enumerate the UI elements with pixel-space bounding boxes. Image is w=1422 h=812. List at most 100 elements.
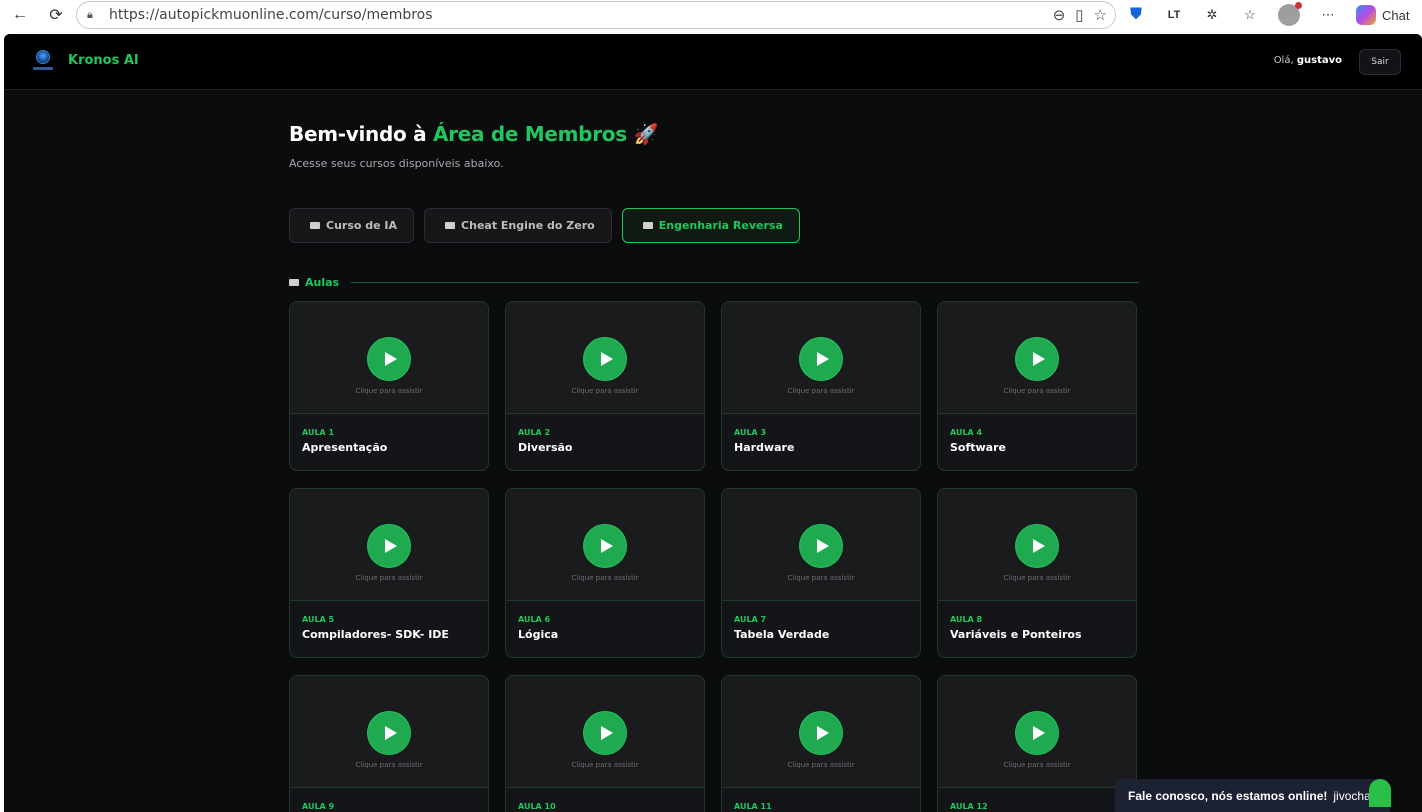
shield-extension-icon[interactable]: ⛊ bbox=[1126, 5, 1146, 25]
lesson-thumbnail[interactable]: Clique para assistir bbox=[290, 489, 488, 601]
reader-icon[interactable]: ▯ bbox=[1075, 6, 1083, 24]
lesson-title: Apresentação bbox=[302, 441, 388, 454]
lock-icon: 🔒︎ bbox=[87, 9, 93, 21]
tab-curso-de-ia[interactable]: Curso de IA bbox=[289, 208, 415, 243]
logo-icon[interactable] bbox=[32, 50, 54, 74]
lesson-card[interactable]: Clique para assistir AULA 11 bbox=[721, 675, 921, 812]
brand-name[interactable]: Kronos AI bbox=[68, 53, 139, 68]
lesson-card[interactable]: Clique para assistir AULA 12 bbox=[937, 675, 1137, 812]
lesson-number: AULA 2 bbox=[518, 428, 551, 437]
livechat-icon[interactable] bbox=[1369, 779, 1391, 807]
play-icon[interactable] bbox=[800, 338, 842, 380]
lesson-number: AULA 12 bbox=[950, 802, 988, 811]
lesson-number: AULA 9 bbox=[302, 802, 335, 811]
favorite-star-icon[interactable]: ☆ bbox=[1094, 6, 1107, 24]
lesson-thumbnail[interactable]: Clique para assistir bbox=[722, 676, 920, 788]
lesson-card[interactable]: Clique para assistir AULA 2 Diversão bbox=[505, 301, 705, 471]
watch-hint: Clique para assistir bbox=[1003, 387, 1071, 395]
course-icon bbox=[310, 222, 320, 229]
logout-button[interactable]: Sair bbox=[1359, 49, 1401, 75]
lesson-number: AULA 4 bbox=[950, 428, 983, 437]
back-icon[interactable]: ← bbox=[8, 4, 32, 26]
lt-extension-icon[interactable]: LT bbox=[1164, 5, 1184, 25]
lesson-card[interactable]: Clique para assistir AULA 3 Hardware bbox=[721, 301, 921, 471]
lesson-thumbnail[interactable]: Clique para assistir bbox=[722, 489, 920, 601]
zoom-icon[interactable]: ⊖ bbox=[1053, 6, 1066, 24]
title-accent: Área de Membros bbox=[432, 122, 627, 146]
reload-icon[interactable]: ⟳ bbox=[44, 4, 68, 26]
copilot-chat-button[interactable]: Chat bbox=[1356, 5, 1409, 25]
lesson-thumbnail[interactable]: Clique para assistir bbox=[722, 302, 920, 414]
title-prefix: Bem-vindo à bbox=[289, 122, 433, 146]
lesson-card[interactable]: Clique para assistir AULA 5 Compiladores- … bbox=[289, 488, 489, 658]
play-icon[interactable] bbox=[1016, 338, 1058, 380]
extensions-icon[interactable]: ✲ bbox=[1202, 5, 1222, 25]
watch-hint: Clique para assistir bbox=[355, 387, 423, 395]
play-icon[interactable] bbox=[584, 525, 626, 567]
copilot-icon bbox=[1356, 5, 1376, 25]
tab-label: Engenharia Reversa bbox=[658, 219, 783, 232]
lesson-number: AULA 11 bbox=[734, 802, 772, 811]
lesson-thumbnail[interactable]: Clique para assistir bbox=[938, 676, 1136, 788]
rocket-icon: 🚀 bbox=[626, 122, 659, 146]
lesson-card[interactable]: Clique para assistir AULA 8 Variáveis e Po… bbox=[937, 488, 1137, 658]
lesson-title: Hardware bbox=[734, 441, 795, 454]
lesson-thumbnail[interactable]: Clique para assistir bbox=[506, 676, 704, 788]
tab-label: Curso de IA bbox=[326, 219, 398, 232]
tab-engenharia-reversa[interactable]: Engenharia Reversa bbox=[621, 208, 800, 243]
livechat-message[interactable]: Fale conosco, nós estamos online! bbox=[1128, 789, 1327, 803]
lesson-thumbnail[interactable]: Clique para assistir bbox=[290, 676, 488, 788]
tab-label: Cheat Engine do Zero bbox=[461, 219, 595, 232]
play-icon[interactable] bbox=[800, 712, 842, 754]
lesson-thumbnail[interactable]: Clique para assistir bbox=[938, 489, 1136, 601]
section-label: Aulas bbox=[305, 276, 340, 289]
play-icon[interactable] bbox=[584, 338, 626, 380]
lesson-thumbnail[interactable]: Clique para assistir bbox=[938, 302, 1136, 414]
lesson-title: Lógica bbox=[518, 628, 559, 641]
livechat-widget[interactable]: Fale conosco, nós estamos online! jivoch… bbox=[1115, 779, 1391, 812]
page-title: Bem-vindo à Área de Membros 🚀 bbox=[289, 122, 1139, 146]
chat-label: Chat bbox=[1382, 7, 1410, 23]
course-icon bbox=[642, 222, 653, 229]
lesson-number: AULA 10 bbox=[518, 802, 556, 811]
lessons-grid: Clique para assistir AULA 1 Apresentação Cl… bbox=[289, 301, 1137, 812]
lesson-card[interactable]: Clique para assistir AULA 10 bbox=[505, 675, 705, 812]
lesson-number: AULA 7 bbox=[734, 615, 767, 624]
watch-hint: Clique para assistir bbox=[787, 761, 855, 769]
lesson-card[interactable]: Clique para assistir AULA 6 Lógica bbox=[505, 488, 705, 658]
play-icon[interactable] bbox=[800, 525, 842, 567]
tab-cheat-engine[interactable]: Cheat Engine do Zero bbox=[424, 208, 612, 243]
watch-hint: Clique para assistir bbox=[571, 387, 639, 395]
lessons-section-header: Aulas bbox=[289, 276, 1139, 289]
lesson-thumbnail[interactable]: Clique para assistir bbox=[290, 302, 488, 414]
more-icon[interactable]: ⋯ bbox=[1318, 5, 1338, 25]
lesson-number: AULA 3 bbox=[734, 428, 767, 437]
course-tabs: Curso de IA Cheat Engine do Zero Engenha… bbox=[289, 208, 800, 243]
lesson-thumbnail[interactable]: Clique para assistir bbox=[506, 302, 704, 414]
play-icon[interactable] bbox=[368, 525, 410, 567]
profile-avatar[interactable] bbox=[1278, 2, 1302, 26]
divider bbox=[351, 282, 1139, 283]
watch-hint: Clique para assistir bbox=[787, 387, 855, 395]
lesson-card[interactable]: Clique para assistir AULA 7 Tabela Verdade bbox=[721, 488, 921, 658]
play-icon[interactable] bbox=[368, 338, 410, 380]
lesson-card[interactable]: Clique para assistir AULA 1 Apresentação bbox=[289, 301, 489, 471]
address-bar[interactable]: 🔒︎ https://autopickmuonline.com/curso/me… bbox=[76, 1, 1116, 29]
watch-hint: Clique para assistir bbox=[787, 574, 855, 582]
lesson-number: AULA 8 bbox=[950, 615, 983, 624]
lesson-thumbnail[interactable]: Clique para assistir bbox=[506, 489, 704, 601]
lesson-title: Compiladores- SDK- IDE bbox=[302, 628, 449, 641]
lessons-icon bbox=[289, 279, 299, 286]
lesson-title: Software bbox=[950, 441, 1006, 454]
lesson-number: AULA 5 bbox=[302, 615, 335, 624]
play-icon[interactable] bbox=[368, 712, 410, 754]
play-icon[interactable] bbox=[1016, 525, 1058, 567]
lesson-card[interactable]: Clique para assistir AULA 4 Software bbox=[937, 301, 1137, 471]
play-icon[interactable] bbox=[1016, 712, 1058, 754]
lesson-number: AULA 6 bbox=[518, 615, 551, 624]
site-header: Kronos AI Olá, gustavo Sair bbox=[4, 34, 1422, 90]
play-icon[interactable] bbox=[584, 712, 626, 754]
url-text[interactable]: https://autopickmuonline.com/curso/membr… bbox=[109, 7, 433, 23]
favorites-icon[interactable]: ☆ bbox=[1240, 5, 1260, 25]
lesson-card[interactable]: Clique para assistir AULA 9 bbox=[289, 675, 489, 812]
